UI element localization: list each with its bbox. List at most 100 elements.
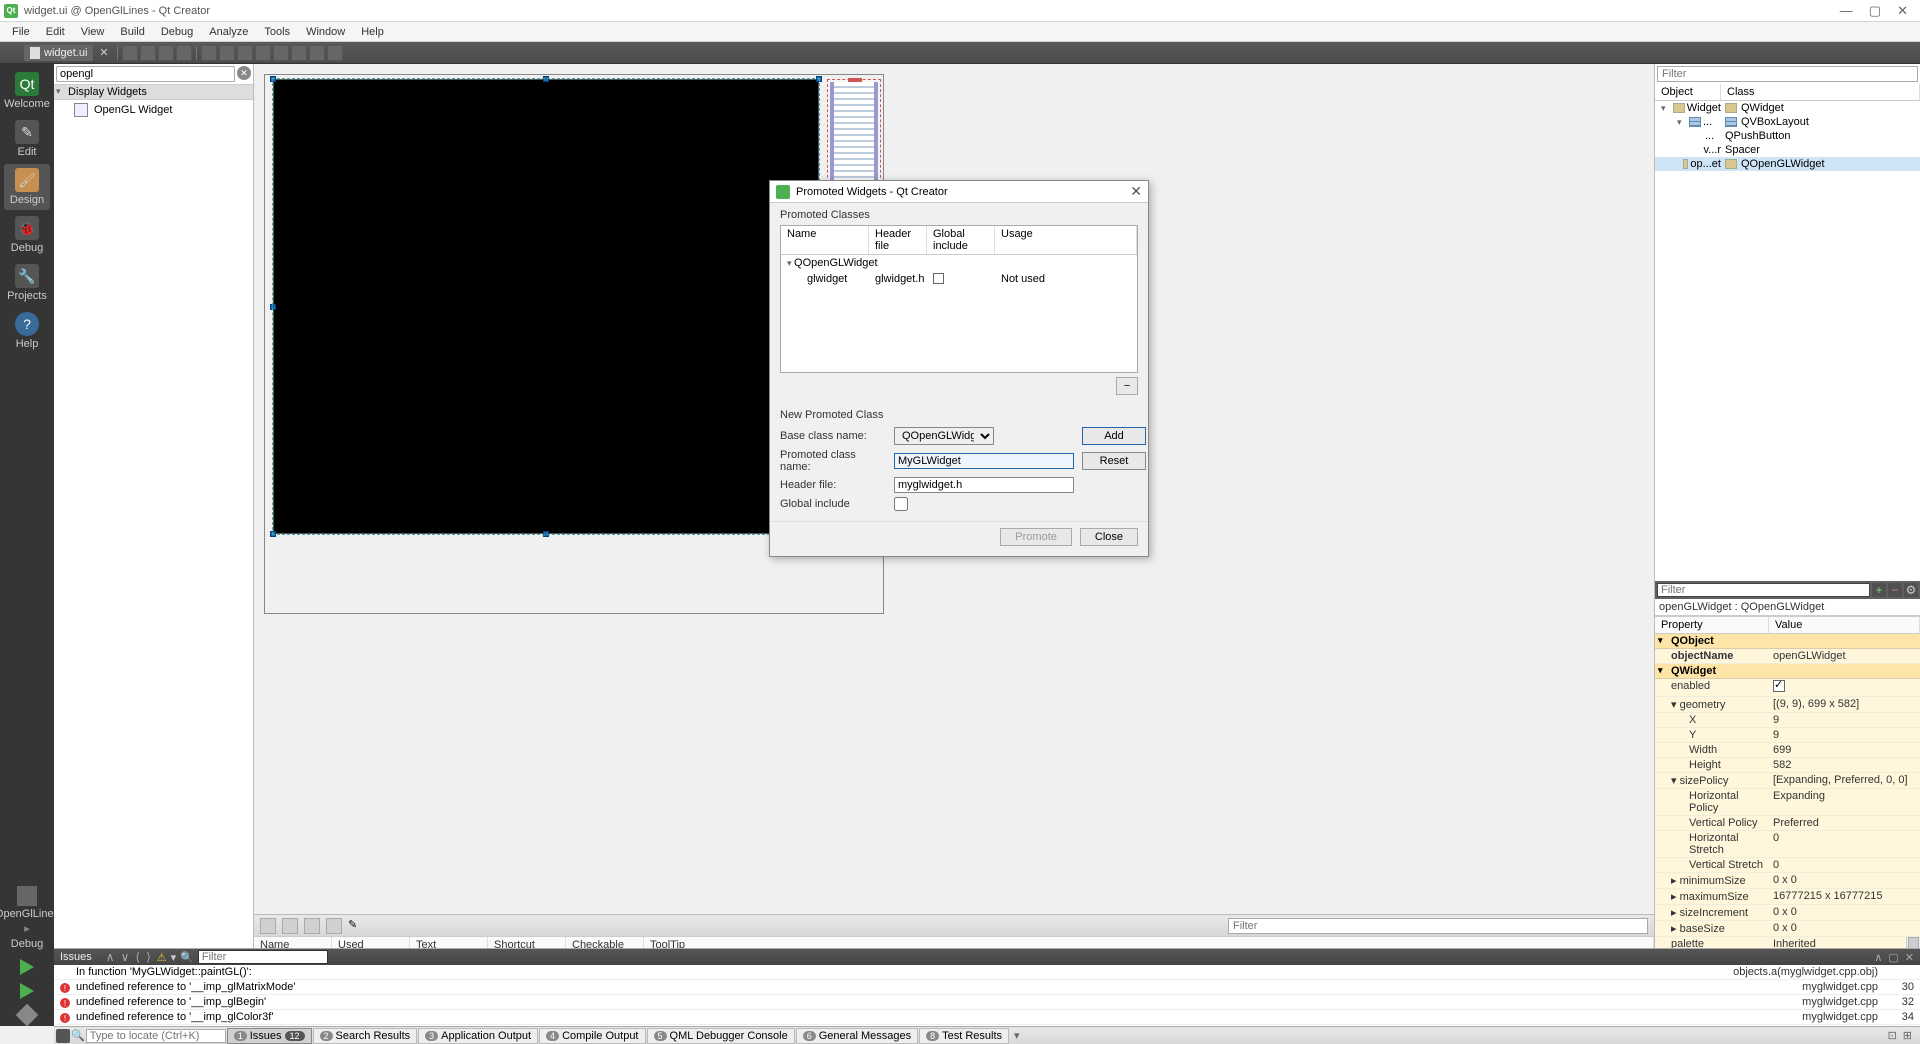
layout-form-icon[interactable] — [291, 45, 307, 61]
dialog-close-icon[interactable]: ✕ — [1130, 183, 1142, 200]
issue-row[interactable]: In function 'MyGLWidget::paintGL()':obje… — [54, 965, 1920, 980]
layout-grid-icon[interactable] — [273, 45, 289, 61]
object-tree-row[interactable]: op...etQOpenGLWidget — [1655, 157, 1920, 171]
opengl-widget[interactable] — [273, 79, 819, 534]
remove-promoted-button[interactable]: − — [1116, 377, 1138, 395]
property-settings-icon[interactable]: ⚙ — [1904, 583, 1918, 597]
break-layout-icon[interactable] — [309, 45, 325, 61]
header-file-input[interactable] — [894, 477, 1074, 493]
property-row[interactable]: ▸ baseSize0 x 0 — [1655, 921, 1920, 937]
new-action-icon[interactable] — [260, 918, 276, 934]
object-tree-row[interactable]: v...rSpacer — [1655, 143, 1920, 157]
obj-col-object[interactable]: Object — [1655, 84, 1721, 100]
property-row[interactable]: enabled — [1655, 679, 1920, 697]
promoted-class-child[interactable]: glwidget glwidget.h Not used — [781, 271, 1137, 289]
property-row[interactable]: ▾ sizePolicy[Expanding, Preferred, 0, 0] — [1655, 773, 1920, 789]
adjust-size-icon[interactable] — [327, 45, 343, 61]
edit-taborder-icon[interactable] — [176, 45, 192, 61]
tab-close-icon[interactable]: ✕ — [99, 46, 108, 59]
mode-welcome[interactable]: QtWelcome — [4, 68, 50, 114]
delete-action-icon[interactable] — [326, 918, 342, 934]
filter-icon[interactable]: ▾ — [171, 951, 177, 964]
promoted-classes-list[interactable]: Name Header file Global include Usage ▾ … — [780, 225, 1138, 373]
progress-icon[interactable]: ⊡ — [1888, 1029, 1897, 1042]
menu-build[interactable]: Build — [112, 24, 152, 40]
maximize-button[interactable]: ▢ — [1869, 3, 1881, 19]
issues-filter-input[interactable] — [198, 950, 328, 964]
object-tree-row[interactable]: ...QPushButton — [1655, 129, 1920, 143]
output-panel-button[interactable]: 6General Messages — [796, 1028, 918, 1044]
remove-dynamic-property-icon[interactable]: − — [1888, 583, 1902, 597]
widgetbox-category[interactable]: Display Widgets — [54, 85, 253, 100]
issues-prev-icon[interactable]: ∧ — [104, 950, 117, 964]
property-row[interactable]: Width699 — [1655, 743, 1920, 758]
property-row[interactable]: Height582 — [1655, 758, 1920, 773]
menu-view[interactable]: View — [73, 24, 113, 40]
layout-vsplit-icon[interactable] — [255, 45, 271, 61]
menu-edit[interactable]: Edit — [38, 24, 73, 40]
prop-col-value[interactable]: Value — [1769, 617, 1920, 633]
issue-row[interactable]: !undefined reference to '__imp_glBegin'm… — [54, 995, 1920, 1010]
output-panel-button[interactable]: 1Issues12 — [227, 1028, 312, 1044]
add-dynamic-property-icon[interactable]: + — [1872, 583, 1886, 597]
issue-row[interactable]: !undefined reference to '__imp_glMatrixM… — [54, 980, 1920, 995]
menu-file[interactable]: File — [4, 24, 38, 40]
menu-analyze[interactable]: Analyze — [201, 24, 256, 40]
issues-expand-icon[interactable]: ▢ — [1888, 951, 1898, 964]
menu-window[interactable]: Window — [298, 24, 353, 40]
property-row[interactable]: ▸ maximumSize16777215 x 16777215 — [1655, 889, 1920, 905]
build-button[interactable] — [13, 1004, 41, 1026]
widgetbox-search-input[interactable] — [56, 66, 235, 82]
object-filter-input[interactable] — [1657, 66, 1918, 82]
warning-icon[interactable]: ⚠ — [157, 951, 167, 964]
menu-help[interactable]: Help — [353, 24, 392, 40]
mode-projects[interactable]: 🔧Projects — [4, 260, 50, 306]
edit-widgets-icon[interactable] — [122, 45, 138, 61]
property-row[interactable]: ▸ sizeIncrement0 x 0 — [1655, 905, 1920, 921]
close-button[interactable]: ✕ — [1897, 3, 1908, 19]
output-panel-button[interactable]: 4Compile Output — [539, 1028, 645, 1044]
dlg-col-name[interactable]: Name — [781, 226, 869, 254]
menu-tools[interactable]: Tools — [256, 24, 298, 40]
property-row[interactable]: objectNameopenGLWidget — [1655, 649, 1920, 664]
dlg-col-header[interactable]: Header file — [869, 226, 927, 254]
close-dialog-button[interactable]: Close — [1080, 528, 1138, 546]
mode-design[interactable]: 🖌Design — [4, 164, 50, 210]
mode-help[interactable]: ?Help — [4, 308, 50, 354]
property-row[interactable]: Y9 — [1655, 728, 1920, 743]
edit-buddies-icon[interactable] — [158, 45, 174, 61]
action-filter-input[interactable] — [1228, 918, 1648, 934]
object-tree-row[interactable]: ▾WidgetQWidget — [1655, 101, 1920, 115]
reset-button[interactable]: Reset — [1082, 452, 1146, 470]
clear-search-icon[interactable]: ✕ — [237, 66, 251, 80]
property-group[interactable]: QWidget — [1655, 664, 1920, 679]
output-panel-button[interactable]: 5QML Debugger Console — [647, 1028, 795, 1044]
property-row[interactable]: Vertical Stretch0 — [1655, 858, 1920, 873]
output-panel-button[interactable]: 2Search Results — [313, 1028, 418, 1044]
issues-close-icon[interactable]: ✕ — [1905, 951, 1914, 964]
toggle-sidebar-icon[interactable] — [56, 1029, 70, 1043]
copy-action-icon[interactable] — [282, 918, 298, 934]
output-dropdown-icon[interactable]: ▾ — [1010, 1029, 1024, 1042]
property-filter-input[interactable] — [1657, 583, 1870, 597]
menu-debug[interactable]: Debug — [153, 24, 201, 40]
output-panel-button[interactable]: 8Test Results — [919, 1028, 1009, 1044]
property-group[interactable]: QObject — [1655, 634, 1920, 649]
open-file-tab[interactable]: widget.ui — [24, 45, 93, 61]
global-include-checkbox[interactable] — [894, 497, 908, 511]
promoted-child-global-checkbox[interactable] — [933, 273, 944, 284]
paste-action-icon[interactable] — [304, 918, 320, 934]
layout-v-icon[interactable] — [219, 45, 235, 61]
run-button[interactable] — [13, 956, 41, 978]
dlg-col-global[interactable]: Global include — [927, 226, 995, 254]
promoted-class-input[interactable] — [894, 453, 1074, 469]
property-row[interactable]: ▸ minimumSize0 x 0 — [1655, 873, 1920, 889]
issues-collapse-icon[interactable]: ∧ — [1874, 951, 1882, 964]
issue-row[interactable]: !undefined reference to '__imp_glColor3f… — [54, 1010, 1920, 1025]
edit-signals-icon[interactable] — [140, 45, 156, 61]
property-row[interactable]: ▾ geometry[(9, 9), 699 x 582] — [1655, 697, 1920, 713]
layout-hsplit-icon[interactable] — [237, 45, 253, 61]
property-row[interactable]: Vertical PolicyPreferred — [1655, 816, 1920, 831]
widgetbox-item-opengl[interactable]: OpenGL Widget — [54, 100, 253, 120]
toggle-right-sidebar-icon[interactable]: ⊞ — [1903, 1029, 1912, 1042]
